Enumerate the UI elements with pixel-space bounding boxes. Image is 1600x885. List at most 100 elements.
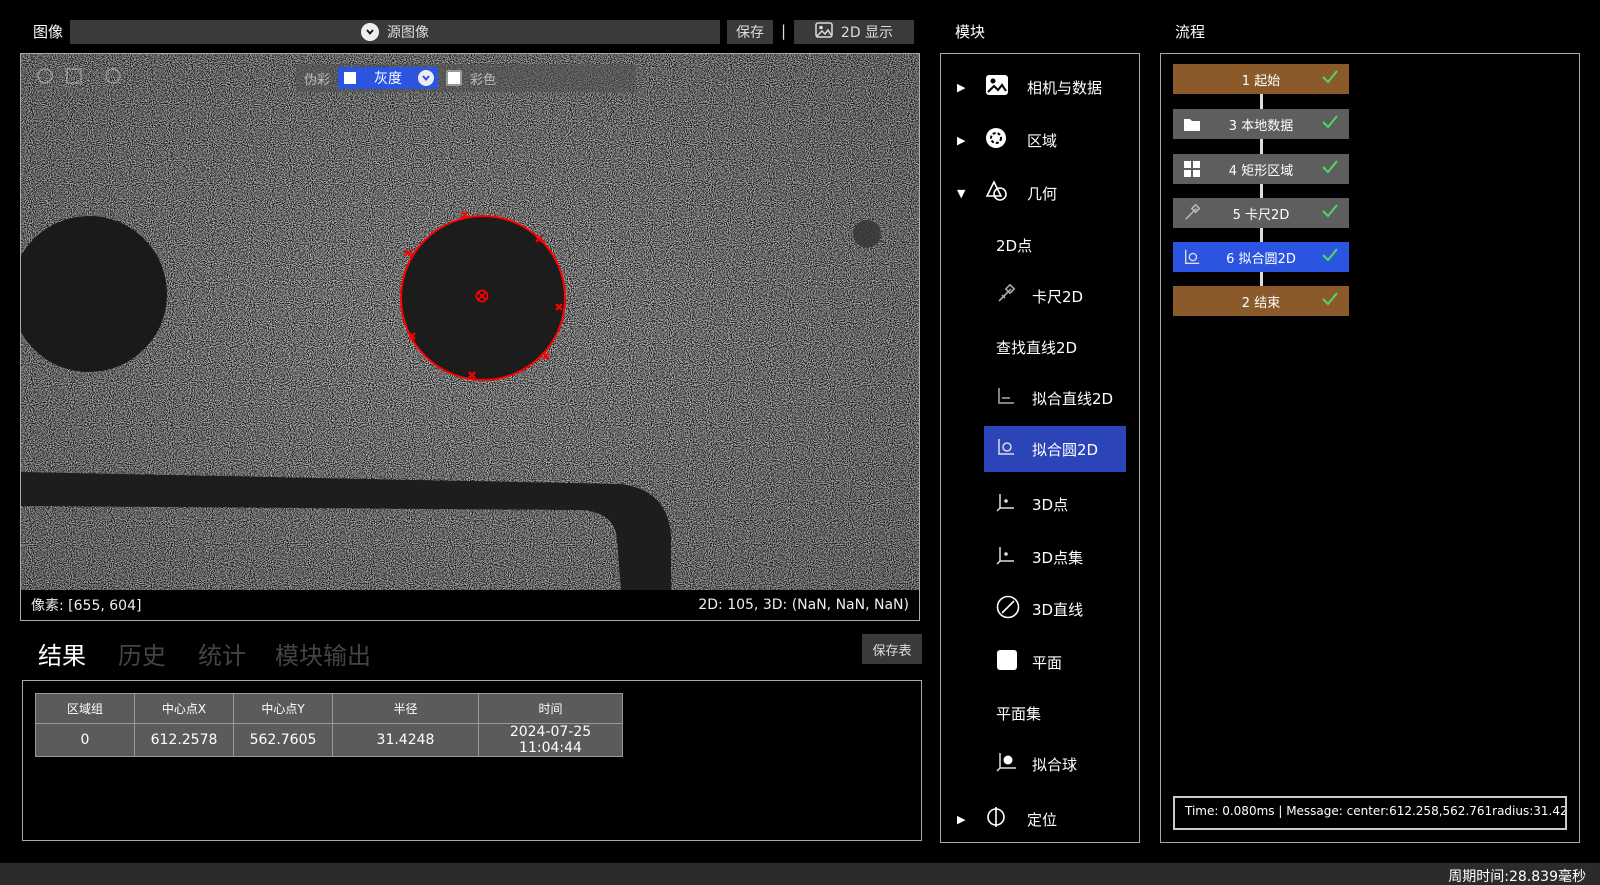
fit-circle-icon xyxy=(1185,249,1200,264)
flow-node-rect-region[interactable]: 4 矩形区域 xyxy=(1173,154,1349,184)
module-plane[interactable]: 平面 xyxy=(996,648,1062,676)
tab-statistics[interactable]: 统计 xyxy=(198,636,246,671)
tab-history[interactable]: 历史 xyxy=(118,636,166,671)
table-cell: 562.7605 xyxy=(233,723,333,757)
flow-message-box: Time: 0.080ms | Message: center:612.258,… xyxy=(1173,796,1567,830)
color-map-checkbox[interactable] xyxy=(342,70,359,86)
module-fit-sphere[interactable]: 拟合球 xyxy=(996,751,1077,777)
check-icon xyxy=(1322,160,1338,174)
module-subgroup-2d-point[interactable]: 2D点 xyxy=(996,232,1032,258)
module-group-label: 定位 xyxy=(1027,810,1058,829)
tab-results[interactable]: 结果 xyxy=(38,636,86,671)
flow-title: 流程 xyxy=(1175,23,1206,41)
source-image-label: 源图像 xyxy=(387,25,429,41)
modules-title: 模块 xyxy=(955,23,986,41)
module-group-geometry[interactable]: ▼ 几何 xyxy=(957,180,1057,206)
column-header[interactable]: 中心点Y xyxy=(233,693,333,724)
header-separator: | xyxy=(781,22,787,40)
module-caliper-2d[interactable]: 卡尺2D xyxy=(996,283,1083,309)
collapse-arrow-icon: ▼ xyxy=(957,186,966,200)
grid-icon xyxy=(1184,161,1200,177)
color-checkbox-label: 彩色 xyxy=(470,72,497,88)
column-header[interactable]: 区域组 xyxy=(35,693,135,724)
color-map-select[interactable]: 灰度 xyxy=(338,67,439,89)
folder-icon xyxy=(1184,119,1200,131)
column-header[interactable]: 半径 xyxy=(332,693,479,724)
region-icon xyxy=(985,127,1013,153)
save-table-button[interactable]: 保存表 xyxy=(862,634,922,664)
save-image-button[interactable]: 保存 xyxy=(727,20,773,44)
source-image-select[interactable]: 源图像 xyxy=(70,20,720,44)
check-icon xyxy=(1322,115,1338,129)
caliper-icon xyxy=(996,283,1020,308)
module-group-region[interactable]: ▶ 区域 xyxy=(957,127,1057,153)
module-group-label: 几何 xyxy=(1027,184,1058,203)
display-mode-button[interactable]: 2D 显示 xyxy=(794,20,914,44)
column-header[interactable]: 中心点X xyxy=(134,693,234,724)
module-fit-line-2d[interactable]: 拟合直线2D xyxy=(996,385,1113,411)
pixel-coordinates: 像素: [655, 604] xyxy=(31,598,142,614)
geometry-icon xyxy=(985,180,1013,206)
expand-arrow-icon: ▶ xyxy=(957,80,966,94)
flow-node-end[interactable]: 2 结束 xyxy=(1173,286,1349,316)
flow-node-label: 2 结束 xyxy=(1241,295,1281,311)
color-map-value: 灰度 xyxy=(374,71,403,87)
tab-module-output[interactable]: 模块输出 xyxy=(275,636,371,671)
module-group-label: 相机与数据 xyxy=(1027,78,1103,97)
check-icon xyxy=(1322,292,1338,306)
image-icon xyxy=(815,22,833,42)
flow-node-local-data[interactable]: 3 本地数据 xyxy=(1173,109,1349,139)
fit-line-icon xyxy=(996,386,1020,410)
module-subgroup-plane-set[interactable]: 平面集 xyxy=(996,700,1041,726)
point3d-icon xyxy=(996,492,1020,516)
cycle-time: 周期时间:28.839毫秒 xyxy=(1448,869,1586,885)
display-toolbar: 伪彩 灰度 彩色 xyxy=(296,64,636,92)
module-fit-circle-2d[interactable]: 拟合圆2D xyxy=(984,426,1126,472)
image-panel-title: 图像 xyxy=(33,23,64,41)
pixel-values: 2D: 105, 3D: (NaN, NaN, NaN) xyxy=(698,597,909,613)
expand-arrow-icon: ▶ xyxy=(957,812,966,826)
module-group-locate[interactable]: ▶ 定位 xyxy=(957,806,1057,832)
image-canvas[interactable]: 伪彩 灰度 彩色 xyxy=(21,54,919,590)
line3d-icon xyxy=(996,595,1020,623)
module-group-camera-data[interactable]: ▶ 相机与数据 xyxy=(957,74,1102,100)
table-cell: 2024-07-25 11:04:44 xyxy=(478,723,623,757)
fit-circle-icon xyxy=(996,437,1020,461)
caliper-icon xyxy=(1185,204,1201,220)
table-cell: 612.2578 xyxy=(134,723,234,757)
plane-icon xyxy=(996,649,1020,675)
table-header-row: 区域组 中心点X 中心点Y 半径 时间 xyxy=(35,693,623,724)
expand-arrow-icon: ▶ xyxy=(957,133,966,147)
chevron-down-icon xyxy=(361,23,379,41)
table-cell: 0 xyxy=(35,723,135,757)
image-viewer[interactable]: 伪彩 灰度 彩色 像素: [655, 604] 2D: 105, 3D: (Na… xyxy=(20,53,920,621)
column-header[interactable]: 时间 xyxy=(478,693,623,724)
viewer-status-bar: 像素: [655, 604] 2D: 105, 3D: (NaN, NaN, N… xyxy=(21,590,919,620)
locate-icon xyxy=(985,806,1013,832)
pseudo-color-label: 伪彩 xyxy=(304,72,331,88)
check-icon xyxy=(1322,204,1338,218)
table-cell: 31.4248 xyxy=(332,723,479,757)
module-group-label: 区域 xyxy=(1027,131,1058,150)
flow-node-start[interactable]: 1 起始 xyxy=(1173,64,1349,94)
module-3d-point[interactable]: 3D点 xyxy=(996,491,1068,517)
flow-panel: 1 起始 3 本地数据 4 矩形区域 5 卡尺2D 6 拟合圆2D 2 结束 T… xyxy=(1160,53,1580,843)
results-table: 区域组 中心点X 中心点Y 半径 时间 0 612.2578 562.7605 … xyxy=(35,693,623,757)
status-footer: 周期时间:28.839毫秒 xyxy=(0,863,1600,885)
module-subgroup-find-line-2d[interactable]: 查找直线2D xyxy=(996,334,1077,360)
check-icon xyxy=(1322,248,1338,262)
results-panel: 区域组 中心点X 中心点Y 半径 时间 0 612.2578 562.7605 … xyxy=(22,680,922,841)
fit-sphere-icon xyxy=(996,752,1020,776)
flow-node-label: 4 矩形区域 xyxy=(1228,163,1294,179)
module-3d-line[interactable]: 3D直线 xyxy=(996,595,1083,623)
flow-node-fit-circle-2d[interactable]: 6 拟合圆2D xyxy=(1173,242,1349,272)
flow-node-label: 6 拟合圆2D xyxy=(1226,251,1296,267)
table-row[interactable]: 0 612.2578 562.7605 31.4248 2024-07-25 1… xyxy=(35,723,623,757)
chevron-down-icon xyxy=(418,70,435,86)
color-checkbox[interactable] xyxy=(446,70,463,86)
flow-node-caliper-2d[interactable]: 5 卡尺2D xyxy=(1173,198,1349,228)
image-icon xyxy=(985,74,1013,100)
flow-node-label: 1 起始 xyxy=(1241,73,1281,89)
module-tree: ▶ 相机与数据 ▶ 区域 ▼ 几何 2D点 卡尺2D 查找直线2D 拟合直线2D… xyxy=(940,53,1140,843)
module-3d-point-set[interactable]: 3D点集 xyxy=(996,544,1083,570)
